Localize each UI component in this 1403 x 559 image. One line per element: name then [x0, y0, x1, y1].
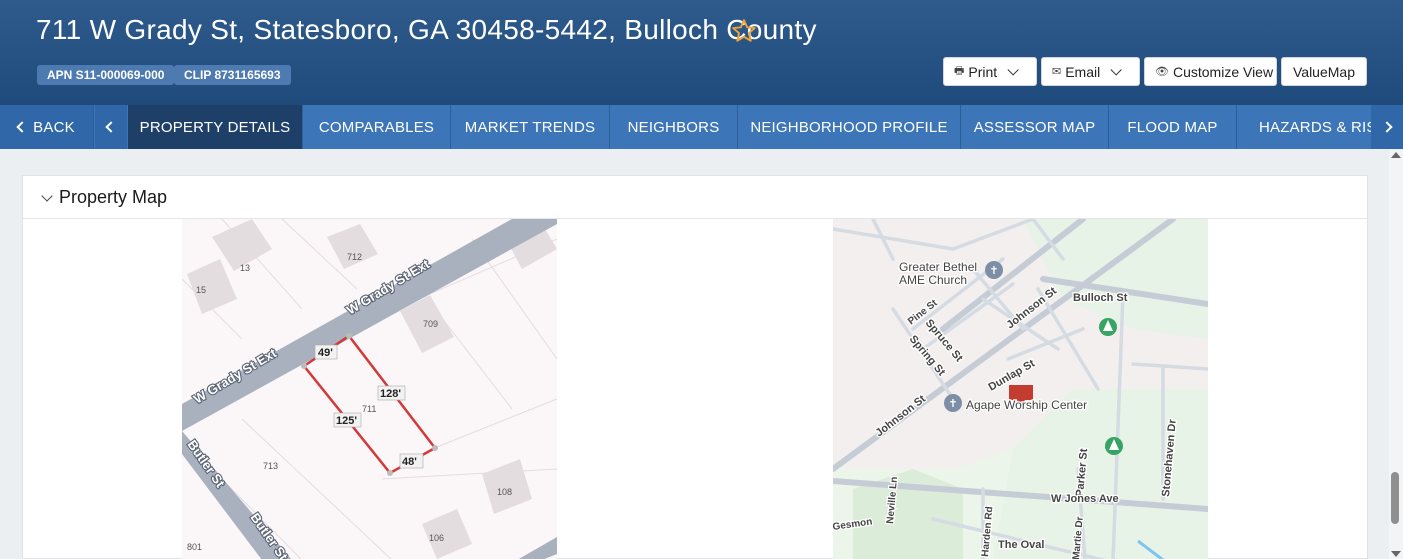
map-label: Greater Bethel AME Church	[899, 260, 977, 287]
svg-text:✝: ✝	[989, 265, 998, 277]
lot-number: 712	[347, 252, 362, 262]
print-label: Print	[968, 63, 998, 80]
map-label: W Jones Ave	[1051, 493, 1119, 505]
envelope-icon: ✉	[1052, 66, 1062, 78]
chevron-down-icon	[1007, 63, 1019, 76]
property-header: 711 W Grady St, Statesboro, GA 30458-544…	[0, 0, 1403, 105]
chevron-down-icon[interactable]	[41, 190, 53, 202]
dimension-label: 48'	[402, 456, 417, 468]
tab-assessor-map[interactable]: ASSESSOR MAP	[961, 105, 1109, 149]
print-button[interactable]: 🖶 Print	[943, 57, 1037, 86]
apn-badge: APN S11-000069-000	[37, 65, 175, 85]
dimension-label: 125'	[336, 415, 357, 427]
tab-neighbors[interactable]: NEIGHBORS	[610, 105, 738, 149]
chevron-down-icon	[1110, 63, 1123, 76]
scroll-up-icon[interactable]	[1391, 152, 1401, 158]
tabs-scroll-right-button[interactable]	[1371, 105, 1403, 149]
lot-number: 15	[196, 285, 206, 295]
email-button[interactable]: ✉ Email	[1041, 57, 1140, 86]
lot-number: 801	[187, 542, 202, 552]
dimension-label: 49'	[318, 347, 333, 359]
svg-text:✝: ✝	[948, 398, 957, 410]
email-label: Email	[1065, 63, 1101, 80]
tab-hazards-risk[interactable]: HAZARDS & RISK	[1237, 105, 1371, 149]
favorite-star-icon[interactable]	[731, 18, 757, 44]
section-title: Property Map	[59, 187, 168, 207]
street-map[interactable]: ✝ ✝ Greater Bethel AME Church Bulloch St …	[833, 219, 1208, 559]
tab-neighborhood-profile[interactable]: NEIGHBORHOOD PROFILE	[738, 105, 961, 149]
tab-comparables[interactable]: COMPARABLES	[303, 105, 451, 149]
customize-view-button[interactable]: 👁 Customize View	[1144, 57, 1277, 86]
parcel-map[interactable]: W Grady St Ext W Grady St Ext Butler St …	[182, 219, 557, 559]
property-map-panel: Property Map W Grady St Ext W Grady St E…	[22, 175, 1368, 559]
dimension-label: 128'	[380, 388, 401, 400]
lot-number: 106	[429, 533, 444, 543]
scroll-down-icon[interactable]	[1391, 551, 1401, 557]
printer-icon: 🖶	[954, 65, 965, 77]
lot-number: 709	[423, 319, 438, 329]
chevron-left-icon	[16, 121, 28, 133]
eye-icon: 👁	[1155, 66, 1169, 78]
lot-number: 13	[240, 263, 250, 273]
page-scrollbar[interactable]	[1389, 150, 1403, 559]
chevron-left-icon	[105, 121, 117, 133]
map-label: Bulloch St	[1073, 292, 1128, 304]
tab-property-details[interactable]: PROPERTY DETAILS	[128, 105, 303, 149]
property-map-header[interactable]: Property Map	[23, 176, 1367, 219]
map-label: Agape Worship Center	[966, 398, 1087, 412]
navigation-tabs: BACK PROPERTY DETAILS COMPARABLES MARKET…	[0, 105, 1403, 149]
valuemap-button[interactable]: ValueMap	[1281, 57, 1367, 86]
clip-badge: CLIP 8731165693	[174, 65, 291, 85]
back-button[interactable]: BACK	[0, 105, 94, 149]
tabs-scroll-left-button[interactable]	[95, 105, 127, 149]
scrollbar-thumb[interactable]	[1391, 472, 1399, 524]
customize-view-label: Customize View	[1172, 63, 1274, 80]
lot-number: 711	[362, 404, 376, 414]
valuemap-label: ValueMap	[1292, 63, 1355, 80]
lot-number: 713	[263, 461, 278, 471]
back-label: BACK	[33, 118, 75, 136]
tab-market-trends[interactable]: MARKET TRENDS	[451, 105, 610, 149]
chevron-right-icon	[1381, 121, 1393, 133]
property-address: 711 W Grady St, Statesboro, GA 30458-544…	[36, 14, 817, 45]
lot-number: 108	[497, 487, 512, 497]
map-label: The Oval	[998, 539, 1044, 551]
tab-flood-map[interactable]: FLOOD MAP	[1109, 105, 1237, 149]
